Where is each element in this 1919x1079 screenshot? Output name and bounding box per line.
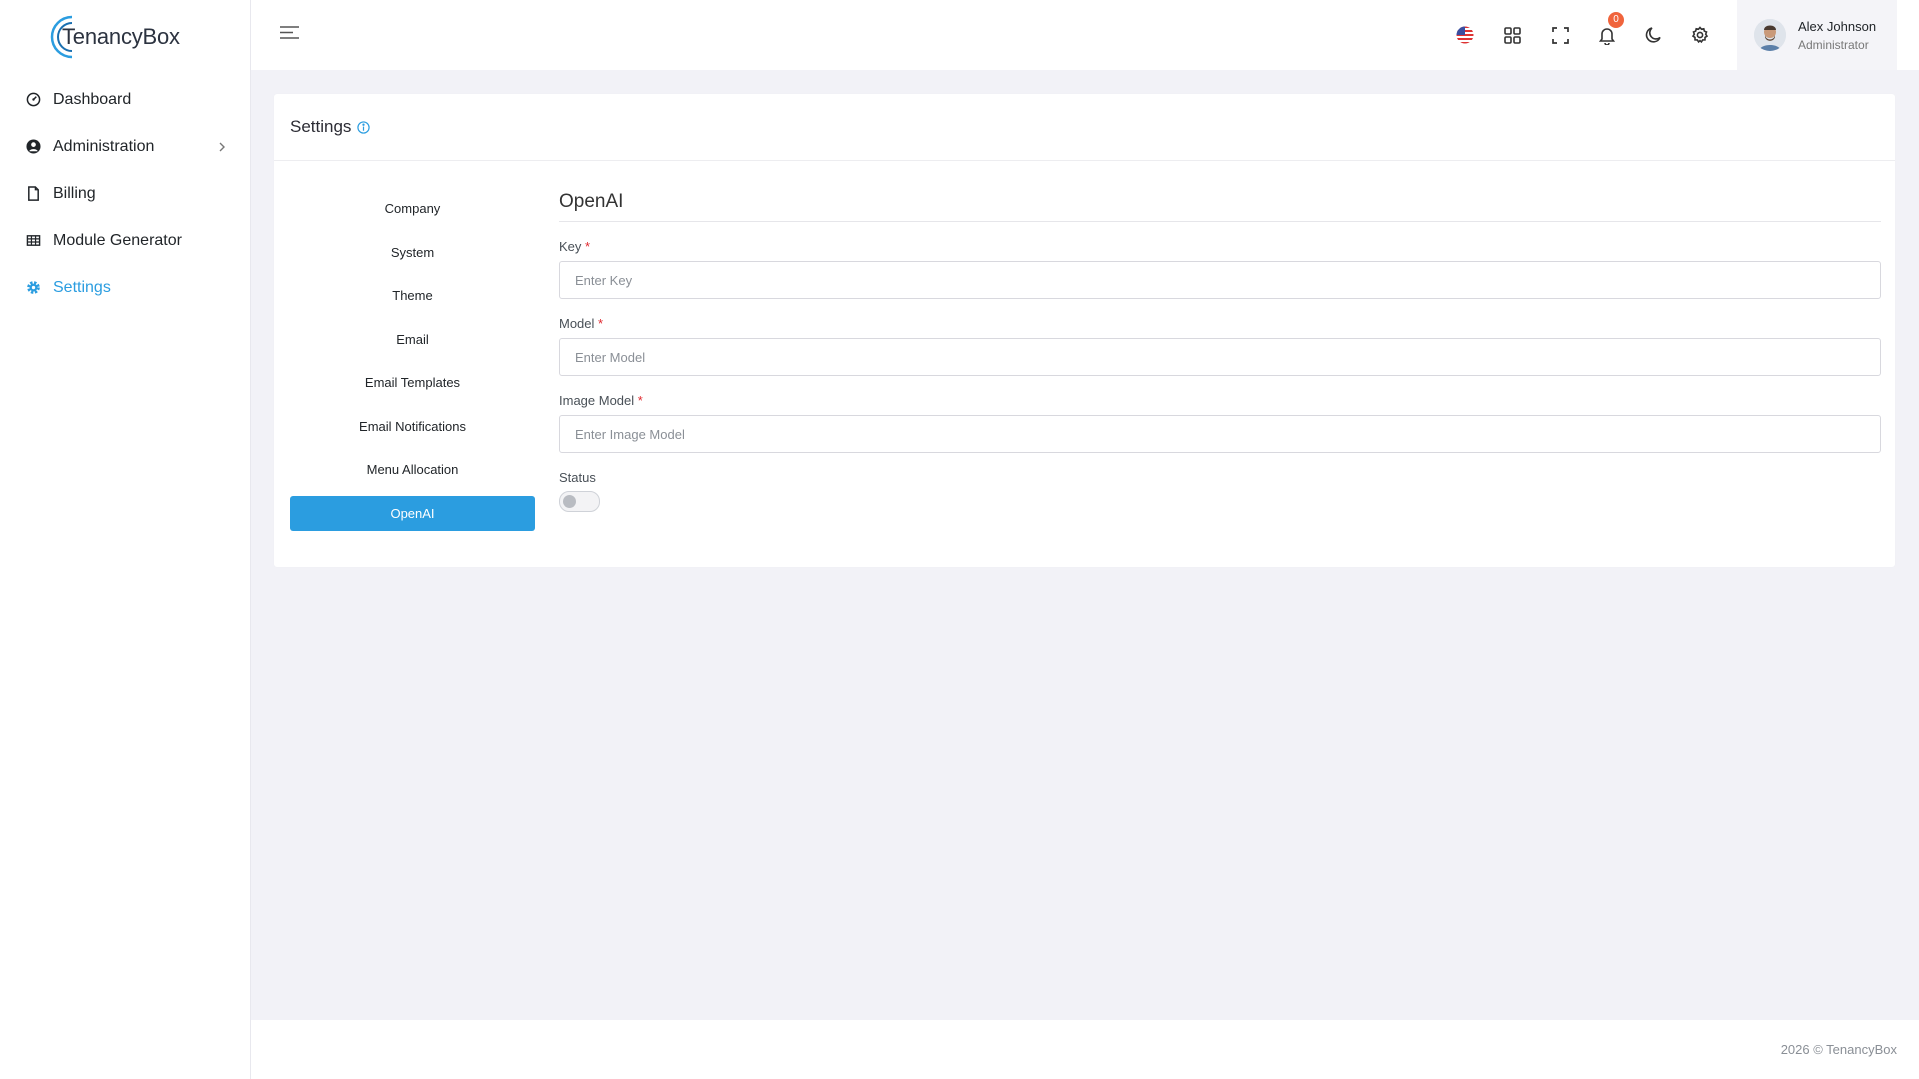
tab-menu-allocation[interactable]: Menu Allocation [290,452,535,487]
sidebar-item-dashboard[interactable]: Dashboard [0,76,250,123]
required-marker: * [585,239,591,254]
sidebar-item-settings[interactable]: Settings [0,264,250,311]
status-toggle[interactable] [559,491,600,512]
chevron-right-icon [218,140,226,158]
sidebar-item-administration[interactable]: Administration [0,123,250,170]
avatar [1754,19,1786,51]
section-title: OpenAI [559,191,1881,222]
sidebar-item-module-generator[interactable]: Module Generator [0,217,250,264]
settings-tabs: Company System Theme Email Email Templat… [290,191,535,539]
tab-openai[interactable]: OpenAI [290,495,535,531]
tab-theme[interactable]: Theme [290,278,535,313]
image-model-label: Image Model * [559,393,1881,408]
key-field-group: Key * [559,239,1881,299]
settings-gear-icon[interactable] [1689,24,1711,46]
info-icon[interactable] [357,120,371,134]
status-field-group: Status [559,470,1881,512]
gear-icon [26,280,41,295]
sidebar-item-label: Module Generator [53,231,182,249]
sidebar-item-label: Dashboard [53,90,132,108]
user-info: Alex Johnson Administrator [1798,19,1876,52]
us-flag-icon[interactable] [1454,24,1476,46]
key-input[interactable] [559,261,1881,299]
user-role: Administrator [1798,37,1869,52]
required-marker: * [637,393,643,408]
gauge-icon [26,92,41,107]
sidebar-item-label: Billing [53,184,96,202]
file-icon [26,186,41,201]
user-profile-menu[interactable]: Alex Johnson Administrator [1737,0,1897,70]
tab-email-templates[interactable]: Email Templates [290,365,535,400]
dark-mode-moon-icon[interactable] [1643,24,1665,46]
tab-system[interactable]: System [290,235,535,270]
image-model-input[interactable] [559,415,1881,453]
settings-card: Settings Company System Theme Email Emai… [274,94,1895,567]
topbar: 0 Alex Johnson Administrator [251,0,1919,70]
card-header: Settings [274,94,1895,161]
tab-email-notifications[interactable]: Email Notifications [290,409,535,444]
toggle-knob [563,495,576,508]
required-marker: * [598,316,604,331]
brand-logo[interactable]: TenancyBox [50,12,180,62]
model-label: Model * [559,316,1881,331]
key-label: Key * [559,239,1881,254]
sidebar-item-label: Administration [53,137,155,155]
openai-settings-pane: OpenAI Key * Model * Image Model * Statu… [559,191,1881,512]
sidebar-item-billing[interactable]: Billing [0,170,250,217]
user-name: Alex Johnson [1798,18,1877,34]
page-title: Settings [290,117,352,136]
user-circle-icon [26,139,41,154]
sidebar-item-label: Settings [53,278,111,296]
image-model-field-group: Image Model * [559,393,1881,453]
model-input[interactable] [559,338,1881,376]
menu-toggle-icon[interactable] [279,25,300,45]
image-model-label-text: Image Model [559,393,635,408]
notification-bell-icon[interactable]: 0 [1596,12,1624,46]
status-label: Status [559,470,596,485]
sidebar-nav: Dashboard Administration Billing Module … [0,76,250,311]
notification-count-badge: 0 [1608,12,1624,28]
model-label-text: Model [559,316,595,331]
tab-company[interactable]: Company [290,191,535,226]
sidebar: TenancyBox Dashboard Administration Bill… [0,0,251,1079]
fullscreen-icon[interactable] [1549,24,1571,46]
footer-copyright: 2026 © TenancyBox [1780,1042,1897,1057]
table-grid-icon [26,233,41,248]
model-field-group: Model * [559,316,1881,376]
key-label-text: Key [559,239,582,254]
apps-grid-icon[interactable] [1501,24,1523,46]
tab-email[interactable]: Email [290,322,535,357]
brand-name: TenancyBox [62,24,180,49]
footer: 2026 © TenancyBox [251,1020,1919,1079]
